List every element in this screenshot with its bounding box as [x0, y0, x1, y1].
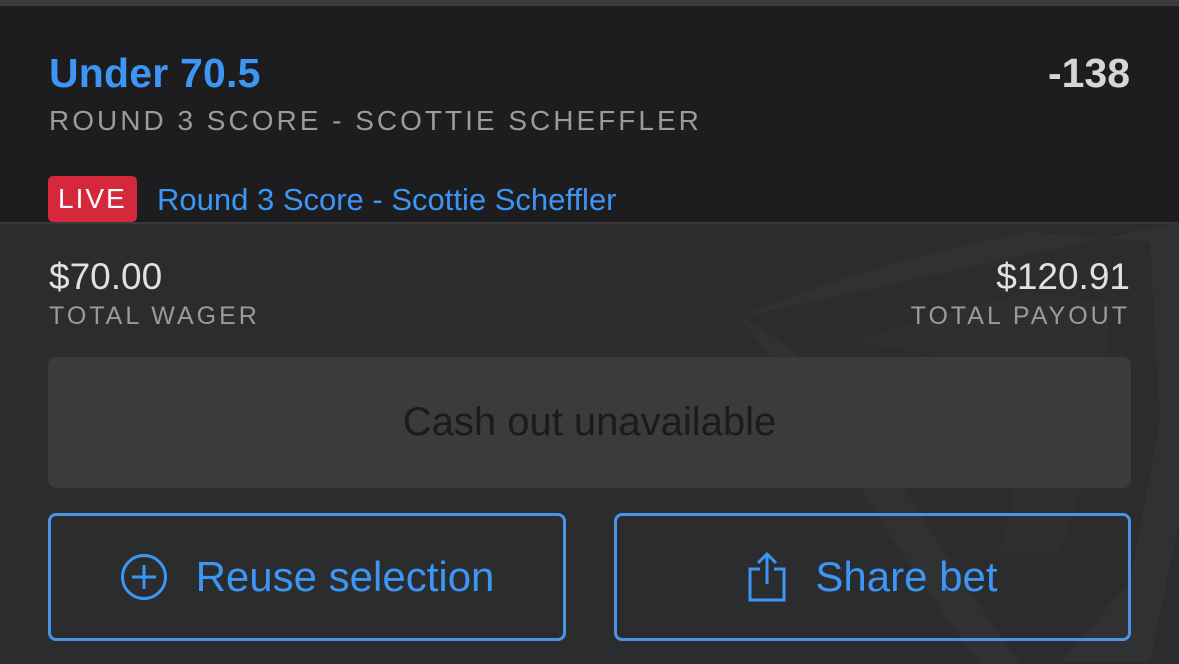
live-badge: LIVE [48, 176, 137, 222]
cashout-button: Cash out unavailable [48, 357, 1131, 488]
odds-value: -138 [1047, 50, 1130, 96]
reuse-selection-button[interactable]: Reuse selection [48, 513, 566, 641]
cashout-label: Cash out unavailable [402, 400, 777, 444]
selection-title: Under 70.5 [49, 50, 261, 96]
total-wager-amount: $70.00 [49, 256, 163, 297]
share-bet-label: Share bet [815, 553, 998, 600]
total-payout-label: TOTAL PAYOUT [910, 302, 1130, 330]
market-subtitle: ROUND 3 SCORE - SCOTTIE SCHEFFLER [49, 105, 702, 136]
share-bet-button[interactable]: Share bet [614, 513, 1131, 641]
total-payout-amount: $120.91 [996, 256, 1130, 297]
reuse-selection-label: Reuse selection [195, 553, 495, 600]
share-icon [747, 551, 787, 603]
plus-circle-icon [120, 553, 168, 601]
event-link[interactable]: Round 3 Score - Scottie Scheffler [157, 182, 617, 218]
total-wager-label: TOTAL WAGER [49, 302, 260, 330]
